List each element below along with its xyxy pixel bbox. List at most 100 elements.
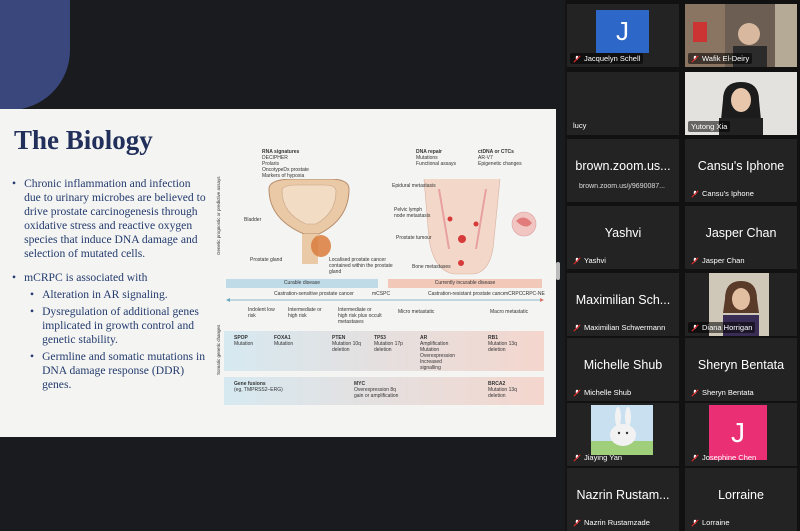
participant-caption: Jacquelyn Schell	[570, 53, 644, 64]
participant-full-name: brown.zoom.us/j/9690087...	[579, 183, 665, 190]
presentation-slide: The Biology • Chronic inflammation and i…	[0, 109, 556, 437]
gene-rb1: RB1 Mutation 13q deletion	[488, 335, 517, 353]
muted-mic-icon	[691, 256, 699, 265]
participant-tile-sheryn-bentata[interactable]: Sheryn Bentata Sheryn Bentata	[685, 338, 797, 401]
gene-fusions: Gene fusions (eg, TMPRSS2–ERG)	[234, 381, 283, 393]
participant-name: Jasper Chan	[702, 256, 745, 265]
participant-caption: Yutong Xia	[688, 121, 731, 132]
participant-tile-maximilian-schwermann[interactable]: Maximilian Sch... Maximilian Schwermann	[567, 273, 679, 336]
muted-mic-icon	[691, 518, 699, 527]
participant-caption: Wafik El-Deiry	[688, 53, 753, 64]
participant-caption: Jiaying Yan	[570, 452, 625, 463]
muted-mic-icon	[691, 323, 699, 332]
participant-tile-nazrin-rustamzade[interactable]: Nazrin Rustam... Nazrin Rustamzade	[567, 468, 679, 531]
participant-name: Diana Horrigan	[702, 323, 753, 332]
participant-tile-cansus-iphone[interactable]: Cansu's Iphone Cansu's Iphone	[685, 139, 797, 202]
bone-label: Bone metastases	[412, 264, 451, 270]
ctdna-ctcs: ctDNA or CTCs AR-V7 Epigenetic changes	[478, 149, 522, 167]
gene-tp53: TP53 Mutation 17p deletion	[374, 335, 403, 353]
muted-mic-icon	[691, 54, 699, 63]
participant-caption: Maximilian Schwermann	[570, 322, 668, 333]
participant-tile-jasper-chan[interactable]: Jasper Chan Jasper Chan	[685, 206, 797, 269]
progression-arrow	[226, 298, 544, 302]
muted-mic-icon	[691, 189, 699, 198]
side-label-assays: Genetic prognostic or predictive assays	[216, 176, 221, 255]
sub-bullet-text: Germline and somatic mutations in DNA da…	[42, 350, 205, 391]
muted-mic-icon	[573, 323, 581, 332]
slide-bullets: • Chronic inflammation and infection due…	[12, 177, 207, 395]
participant-tile-brown-zoom[interactable]: brown.zoom.us... brown.zoom.us/j/9690087…	[567, 139, 679, 202]
stage-label: Intermediate or high risk	[288, 307, 322, 319]
muted-mic-icon	[573, 518, 581, 527]
participant-tile-diana-horrigan[interactable]: Diana Horrigan	[685, 273, 797, 336]
gene-foxa1: FOXA1 Mutation	[274, 335, 294, 347]
bullet-item: • mCRPC is associated with	[12, 271, 207, 285]
participant-tile-jiaying-yan[interactable]: Jiaying Yan	[567, 403, 679, 466]
participant-name: Wafik El-Deiry	[702, 54, 750, 63]
stage-label: Micro metastatic	[398, 309, 435, 315]
participant-caption: lucy	[570, 120, 589, 131]
pelvic-label: Pelvic lymph node metastasis	[394, 207, 431, 219]
participant-tile-lorraine[interactable]: Lorraine Lorraine	[685, 468, 797, 531]
avatar: J	[596, 10, 649, 53]
sub-bullets: • Alteration in AR signaling. • Dysregulat…	[30, 288, 207, 392]
participant-caption: Jasper Chan	[688, 255, 748, 266]
participant-tile-yashvi[interactable]: Yashvi Yashvi	[567, 206, 679, 269]
participant-name: Maximilian Schwermann	[584, 323, 666, 332]
muted-mic-icon	[573, 256, 581, 265]
curable-bar: Curable disease	[226, 279, 378, 288]
participant-name: Yashvi	[584, 256, 606, 265]
rna-signatures: RNA signatures DECIPHER Prolaris Oncotyp…	[262, 149, 309, 179]
participant-tile-yutong-xia[interactable]: Yutong Xia	[685, 72, 797, 135]
participant-name: Nazrin Rustamzade	[584, 518, 650, 527]
stage-label: Macro metastatic	[490, 309, 529, 315]
participant-name: lucy	[573, 121, 587, 130]
sub-bullet-item: • Alteration in AR signaling.	[30, 288, 207, 302]
participant-name: Cansu's Iphone	[702, 189, 754, 198]
stage-label: Indolent low risk	[248, 307, 275, 319]
bullet-item: • Chronic inflammation and infection due…	[12, 177, 207, 261]
participant-caption: Diana Horrigan	[688, 322, 756, 333]
muted-mic-icon	[691, 388, 699, 397]
bullet-glyph: •	[30, 350, 35, 363]
castration-sensitive-label: Castration-sensitive prostate cancer	[274, 291, 354, 297]
participant-tile-jacquelyn-schell[interactable]: J Jacquelyn Schell	[567, 4, 679, 67]
participant-tile-josephine-chen[interactable]: J Josephine Chen	[685, 403, 797, 466]
bullet-glyph: •	[12, 271, 17, 284]
shared-screen: The Biology • Chronic inflammation and i…	[0, 0, 565, 531]
participant-tile-michelle-shub[interactable]: Michelle Shub Michelle Shub	[567, 338, 679, 401]
split-handle[interactable]	[556, 262, 560, 280]
participant-tile-wafik-el-deiry[interactable]: Wafik El-Deiry	[685, 4, 797, 67]
participant-caption: Sheryn Bentata	[688, 387, 757, 398]
sub-bullet-item: • Germline and somatic mutations in DNA d…	[30, 350, 207, 392]
participant-name: Lorraine	[702, 518, 730, 527]
background-shape	[0, 0, 70, 110]
gene-pten: PTEN Mutation 10q deletion	[332, 335, 361, 353]
participant-name: Michelle Shub	[584, 388, 632, 397]
incurable-bar: Currently incurable disease	[388, 279, 542, 288]
tumour-label: Prostate tumour	[396, 235, 432, 241]
bullet-glyph: •	[30, 288, 35, 301]
participant-caption: Cansu's Iphone	[688, 188, 757, 199]
participant-display-name: brown.zoom.us...	[575, 158, 671, 173]
sub-bullet-item: • Dysregulation of additional genes impli…	[30, 305, 207, 347]
participant-name: Yutong Xia	[691, 122, 728, 131]
localised-label: Localised prostate cancer contained with…	[329, 257, 393, 275]
mcspc-label: mCSPC	[372, 291, 391, 297]
bullet-text: Chronic inflammation and infection due t…	[24, 177, 206, 260]
muted-mic-icon	[573, 388, 581, 397]
crpcne-label: CRPC-NE	[522, 291, 545, 297]
gene-spop: SPOP Mutation	[234, 335, 254, 347]
participant-name: Sheryn Bentata	[702, 388, 754, 397]
participant-caption: Nazrin Rustamzade	[570, 517, 653, 528]
muted-mic-icon	[573, 453, 581, 462]
participant-tile-lucy[interactable]: lucy	[567, 72, 679, 135]
prostate-gland-label: Prostate gland	[250, 257, 283, 263]
gene-myc: MYC Overexpression 8q gain or amplificati…	[354, 381, 399, 399]
epidural-label: Epidural metastasis	[392, 183, 436, 189]
participant-caption: Michelle Shub	[570, 387, 634, 398]
gene-ar: AR Amplification Mutation Overexpression …	[420, 335, 456, 371]
participant-name: Josephine Chen	[702, 453, 757, 462]
bullet-glyph: •	[30, 305, 35, 318]
participant-caption: Yashvi	[570, 255, 609, 266]
